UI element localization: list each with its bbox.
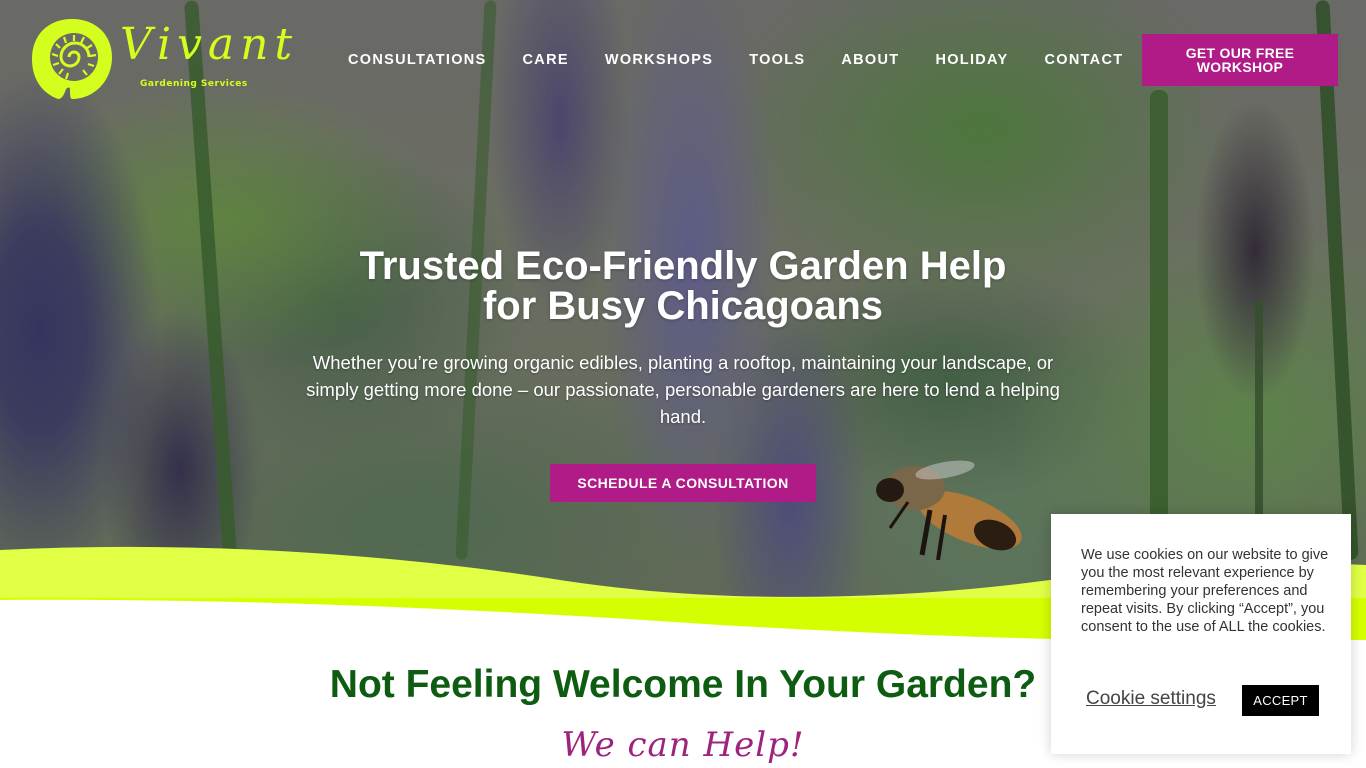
site-logo[interactable]: Vivant Gardening Services bbox=[30, 17, 292, 103]
hero-title-line2: for Busy Chicagoans bbox=[482, 284, 884, 328]
hero-subtitle: Whether you’re growing organic edibles, … bbox=[306, 352, 1060, 427]
schedule-consultation-button[interactable]: SCHEDULE A CONSULTATION bbox=[550, 464, 816, 502]
main-nav: CONSULTATIONS CARE WORKSHOPS TOOLS ABOUT… bbox=[348, 52, 1123, 68]
fern-spiral-icon bbox=[32, 19, 112, 99]
nav-item-care[interactable]: CARE bbox=[523, 52, 569, 68]
cookie-consent-banner: We use cookies on our website to give yo… bbox=[1051, 514, 1351, 754]
free-workshop-button[interactable]: GET OUR FREE WORKSHOP bbox=[1142, 34, 1338, 86]
nav-item-holiday[interactable]: HOLIDAY bbox=[935, 52, 1008, 68]
logo-tagline: Gardening Services bbox=[140, 79, 248, 89]
hero-title-line1: Trusted Eco-Friendly Garden Help bbox=[359, 244, 1007, 288]
nav-item-contact[interactable]: CONTACT bbox=[1044, 52, 1123, 68]
nav-item-consultations[interactable]: CONSULTATIONS bbox=[348, 52, 487, 68]
nav-item-tools[interactable]: TOOLS bbox=[749, 52, 805, 68]
nav-item-workshops[interactable]: WORKSHOPS bbox=[605, 52, 713, 68]
hero-title: Trusted Eco-Friendly Garden Help for Bus… bbox=[250, 246, 1116, 326]
cookie-message: We use cookies on our website to give yo… bbox=[1081, 547, 1329, 635]
cookie-accept-button[interactable]: ACCEPT bbox=[1242, 685, 1319, 716]
cookie-settings-link[interactable]: Cookie settings bbox=[1086, 688, 1216, 710]
nav-item-about[interactable]: ABOUT bbox=[841, 52, 899, 68]
logo-wordmark: Vivant bbox=[120, 19, 299, 70]
